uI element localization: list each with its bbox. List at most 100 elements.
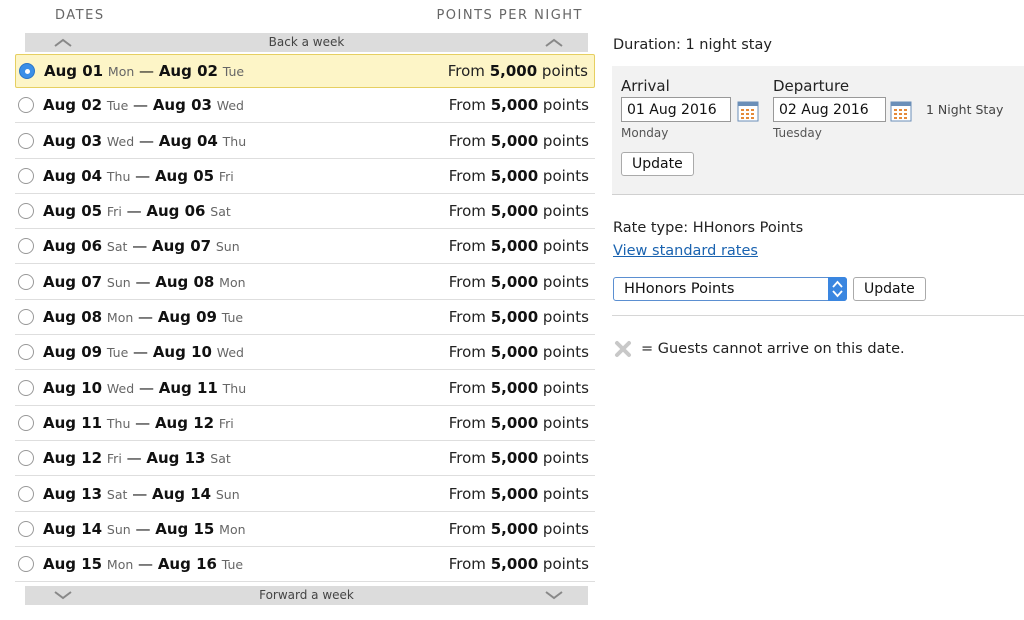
- price-suffix: points: [542, 202, 589, 221]
- radio-button[interactable]: [18, 450, 34, 467]
- check-out-date: Aug 02: [158, 62, 218, 80]
- price-suffix: points: [542, 519, 589, 538]
- departure-calendar-icon[interactable]: [890, 100, 912, 122]
- radio-button[interactable]: [18, 97, 34, 114]
- price-prefix: From: [448, 343, 486, 362]
- check-in-weekday: Fri: [106, 204, 122, 220]
- back-a-week-label: Back a week: [268, 35, 345, 49]
- update-dates-button[interactable]: Update: [621, 152, 694, 176]
- date-row[interactable]: Aug 07 Sun — Aug 08 Mon From 5,000 points: [15, 266, 595, 300]
- radio-button[interactable]: [18, 379, 34, 396]
- date-row[interactable]: Aug 01 Mon — Aug 02 Tue From 5,000 points: [15, 54, 595, 88]
- check-in-date: Aug 02: [43, 96, 103, 115]
- radio-button[interactable]: [18, 132, 34, 149]
- check-in-weekday: Mon: [106, 557, 134, 573]
- price-suffix: points: [542, 378, 589, 397]
- date-row[interactable]: Aug 05 Fri — Aug 06 Sat From 5,000 points: [15, 195, 595, 230]
- radio-button[interactable]: [18, 309, 34, 326]
- date-row[interactable]: Aug 09 Tue — Aug 10 Wed From 5,000 points: [15, 336, 595, 371]
- date-row[interactable]: Aug 15 Mon — Aug 16 Tue From 5,000 points: [15, 548, 595, 583]
- rate-type-select[interactable]: HHonors Points: [613, 277, 847, 301]
- points-price: From 5,000 points: [449, 308, 589, 326]
- price-prefix: From: [448, 555, 486, 574]
- arrival-calendar-icon[interactable]: [737, 100, 759, 122]
- price-suffix: points: [542, 343, 589, 362]
- updown-arrows-icon: [828, 277, 847, 301]
- check-out-date: Aug 07: [151, 237, 212, 256]
- points-price: From 5,000 points: [449, 237, 589, 255]
- date-range: Aug 13 Sat — Aug 14 Sun: [43, 485, 240, 503]
- check-in-weekday: Sun: [106, 521, 131, 537]
- check-out-weekday: Sat: [210, 204, 231, 220]
- check-in-weekday: Mon: [106, 310, 134, 326]
- x-mark-icon: [614, 340, 632, 358]
- date-row[interactable]: Aug 02 Tue — Aug 03 Wed From 5,000 points: [15, 89, 595, 124]
- back-a-week-button[interactable]: Back a week: [25, 33, 588, 52]
- price-suffix: points: [542, 555, 589, 574]
- radio-button[interactable]: [19, 63, 35, 79]
- points-amount: 5,000: [490, 519, 539, 538]
- arrival-date-input[interactable]: 01 Aug 2016: [621, 97, 731, 122]
- check-out-date: Aug 06: [146, 202, 206, 221]
- check-in-weekday: Fri: [106, 451, 122, 467]
- forward-a-week-button[interactable]: Forward a week: [25, 586, 588, 605]
- points-amount: 5,000: [490, 202, 539, 221]
- check-in-date: Aug 01: [44, 62, 104, 80]
- check-out-weekday: Mon: [219, 521, 246, 537]
- radio-button[interactable]: [18, 414, 34, 431]
- date-row[interactable]: Aug 06 Sat — Aug 07 Sun From 5,000 points: [15, 230, 595, 265]
- date-row[interactable]: Aug 12 Fri — Aug 13 Sat From 5,000 points: [15, 442, 595, 477]
- radio-button[interactable]: [18, 203, 34, 220]
- price-prefix: From: [448, 519, 486, 538]
- date-range: Aug 12 Fri — Aug 13 Sat: [43, 449, 231, 467]
- price-suffix: points: [542, 131, 589, 150]
- check-in-weekday: Sat: [106, 239, 128, 255]
- price-prefix: From: [447, 62, 485, 80]
- price-prefix: From: [448, 378, 486, 397]
- date-row[interactable]: Aug 11 Thu — Aug 12 Fri From 5,000 points: [15, 407, 595, 441]
- check-in-weekday: Wed: [106, 380, 135, 396]
- chevron-down-icon: [544, 586, 566, 605]
- check-in-weekday: Sat: [106, 486, 128, 502]
- update-rate-button[interactable]: Update: [853, 277, 926, 301]
- date-row[interactable]: Aug 14 Sun — Aug 15 Mon From 5,000 points: [15, 513, 595, 547]
- radio-button[interactable]: [18, 238, 34, 255]
- date-row[interactable]: Aug 08 Mon — Aug 09 Tue From 5,000 points: [15, 301, 595, 336]
- points-price: From 5,000 points: [449, 273, 589, 291]
- radio-button[interactable]: [18, 485, 34, 502]
- price-suffix: points: [542, 272, 589, 291]
- points-column-header: POINTS PER NIGHT: [436, 8, 583, 23]
- radio-button[interactable]: [18, 344, 34, 361]
- check-out-date: Aug 16: [157, 555, 217, 574]
- check-out-weekday: Wed: [216, 345, 244, 361]
- check-in-date: Aug 07: [43, 272, 103, 291]
- check-out-weekday: Tue: [221, 310, 244, 326]
- check-out-date: Aug 09: [157, 308, 217, 327]
- legend-text: = Guests cannot arrive on this date.: [641, 341, 905, 357]
- date-separator: —: [135, 413, 151, 432]
- check-out-weekday: Sat: [210, 451, 231, 467]
- price-prefix: From: [448, 272, 486, 291]
- radio-button[interactable]: [18, 556, 34, 573]
- date-row[interactable]: Aug 03 Wed — Aug 04 Thu From 5,000 points: [15, 125, 595, 159]
- price-suffix: points: [542, 237, 589, 256]
- check-in-date: Aug 04: [43, 166, 103, 185]
- date-separator: —: [132, 237, 148, 256]
- date-row[interactable]: Aug 10 Wed — Aug 11 Thu From 5,000 points: [15, 372, 595, 406]
- points-amount: 5,000: [490, 237, 539, 256]
- check-in-date: Aug 13: [43, 484, 103, 503]
- check-out-date: Aug 13: [146, 449, 206, 468]
- date-range: Aug 09 Tue — Aug 10 Wed: [43, 343, 244, 361]
- price-prefix: From: [448, 484, 486, 503]
- points-amount: 5,000: [490, 555, 539, 574]
- check-in-date: Aug 03: [43, 131, 103, 150]
- departure-date-input[interactable]: 02 Aug 2016: [773, 97, 886, 122]
- radio-button[interactable]: [18, 167, 34, 184]
- date-row[interactable]: Aug 04 Thu — Aug 05 Fri From 5,000 points: [15, 160, 595, 194]
- points-amount: 5,000: [490, 449, 539, 468]
- radio-button[interactable]: [18, 273, 34, 290]
- view-standard-rates-link[interactable]: View standard rates: [613, 243, 758, 259]
- radio-button[interactable]: [18, 520, 34, 537]
- check-out-weekday: Sun: [215, 486, 240, 502]
- date-row[interactable]: Aug 13 Sat — Aug 14 Sun From 5,000 points: [15, 478, 595, 512]
